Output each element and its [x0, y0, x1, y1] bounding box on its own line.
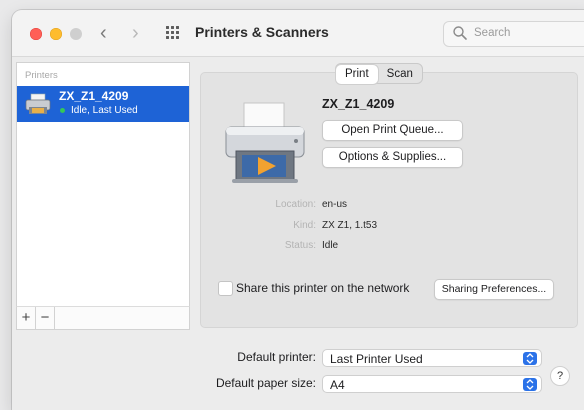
printers-list-header: Printers — [25, 70, 58, 81]
default-paper-size-value: A4 — [330, 378, 345, 392]
default-paper-size-select[interactable]: A4 — [322, 375, 542, 393]
search-field[interactable]: Search — [443, 21, 584, 47]
status-label: Status: — [284, 240, 316, 251]
window-title: Printers & Scanners — [195, 24, 329, 40]
close-window-button[interactable] — [30, 28, 42, 40]
share-printer-checkbox[interactable] — [218, 281, 233, 296]
tab-scan[interactable]: Scan — [378, 65, 422, 84]
search-placeholder: Search — [474, 27, 511, 39]
default-printer-label: Default printer: — [237, 350, 316, 364]
printers-list[interactable]: Printers ZX_Z1_4209 Idle, Last Used — [16, 62, 190, 330]
status-value: Idle — [322, 240, 339, 251]
printer-list-item-status: Idle, Last Used — [71, 105, 138, 116]
location-label: Location: — [275, 199, 316, 210]
printer-name: ZX_Z1_4209 — [322, 97, 395, 111]
printer-large-icon — [225, 102, 305, 183]
printer-icon — [25, 93, 51, 114]
open-print-queue-button[interactable]: Open Print Queue... — [322, 120, 463, 141]
forward-chevron-icon[interactable]: › — [132, 23, 139, 43]
default-printer-select[interactable]: Last Printer Used — [322, 349, 542, 367]
back-chevron-icon[interactable]: ‹ — [100, 23, 107, 43]
sharing-preferences-button[interactable]: Sharing Preferences... — [434, 279, 554, 300]
minimize-window-button[interactable] — [50, 28, 62, 40]
default-paper-size-label: Default paper size: — [215, 376, 316, 390]
location-value: en-us — [322, 199, 348, 210]
status-dot-icon — [60, 108, 65, 113]
titlebar: ‹ › Printers & Scanners Search — [12, 10, 584, 57]
updown-chevron-icon — [523, 378, 537, 391]
list-controls: + − — [16, 306, 190, 330]
printer-list-item[interactable]: ZX_Z1_4209 Idle, Last Used — [17, 86, 189, 122]
kind-label: Kind: — [293, 220, 316, 231]
show-all-grid-icon[interactable] — [166, 26, 180, 40]
default-printer-value: Last Printer Used — [330, 352, 423, 366]
remove-printer-button[interactable]: − — [36, 307, 55, 329]
options-supplies-button[interactable]: Options & Supplies... — [322, 147, 463, 168]
printer-list-item-name: ZX_Z1_4209 — [59, 89, 129, 103]
search-icon — [453, 26, 467, 40]
updown-chevron-icon — [523, 352, 537, 365]
print-scan-tabs: Print Scan — [335, 63, 423, 84]
share-printer-label: Share this printer on the network — [236, 281, 410, 295]
kind-value: ZX Z1, 1.t53 — [322, 220, 378, 231]
tab-print[interactable]: Print — [336, 65, 378, 84]
zoom-window-button[interactable] — [70, 28, 82, 40]
add-printer-button[interactable]: + — [17, 307, 36, 329]
help-button[interactable]: ? — [550, 366, 570, 386]
